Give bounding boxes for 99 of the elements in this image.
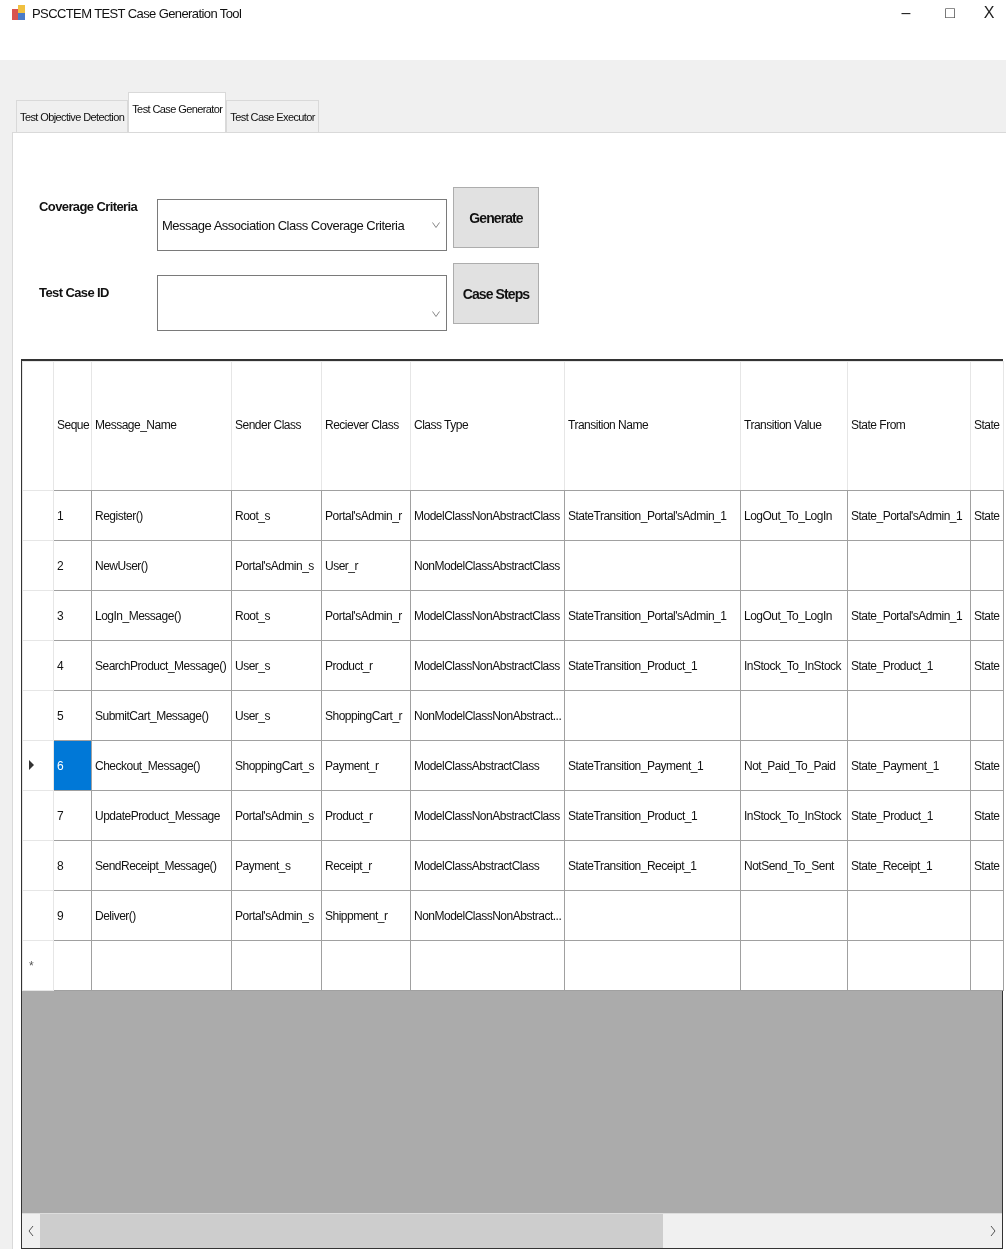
horizontal-scrollbar[interactable] (22, 1213, 1002, 1248)
table-cell: NonModelClassAbstractClass (414, 558, 560, 573)
table-cell: ModelClassNonAbstractClass (414, 808, 560, 823)
table-cell: Portal'sAdmin_s (235, 908, 314, 923)
table-cell: SubmitCart_Message() (95, 708, 209, 723)
table-cell: Root_s (235, 508, 271, 523)
table-cell: 8 (57, 858, 64, 873)
scrollbar-thumb[interactable] (40, 1214, 664, 1248)
column-header[interactable]: State (974, 416, 1000, 436)
table-cell: InStock_To_InStock (744, 808, 842, 823)
tab[interactable]: Test Case Executor (226, 100, 319, 132)
coverage-criteria-dropdown[interactable]: Message Association Class Coverage Criteria (157, 199, 447, 251)
table-cell: StateTransition_Receipt_1 (568, 858, 697, 873)
table-cell: StateTransition_Product_1 (568, 658, 698, 673)
table-cell: 9 (57, 908, 64, 923)
column-header[interactable]: Reciever Class (325, 416, 399, 436)
table-cell: User_s (235, 658, 270, 673)
table-cell: ShoppingCart_s (235, 758, 315, 773)
table-cell: Portal'sAdmin_r (325, 508, 402, 523)
table-cell: 2 (57, 558, 64, 573)
table-cell: ModelClassNonAbstractClass (414, 608, 560, 623)
new-row-marker: * (29, 958, 34, 973)
table-cell: Payment_s (235, 858, 291, 873)
table-cell: Product_r (325, 658, 373, 673)
chevron-down-icon[interactable] (432, 222, 440, 228)
test-case-id-label: Test Case ID (39, 285, 110, 300)
table-cell: NonModelClassNonAbstract... (414, 908, 562, 923)
table-cell: ModelClassNonAbstractClass (414, 658, 560, 673)
table-cell: 5 (57, 708, 64, 723)
table-cell: User_s (235, 708, 270, 723)
table-cell: Not_Paid_To_Paid (744, 758, 836, 773)
table-cell: UpdateProduct_Message (95, 808, 220, 823)
table-cell: InStock_To_InStock (744, 658, 842, 673)
table-cell: StateTransition_Payment_1 (568, 758, 704, 773)
table-cell: State (974, 608, 1000, 623)
table-cell: Checkout_Message() (95, 758, 201, 773)
coverage-criteria-label: Coverage Criteria (39, 199, 139, 214)
table-cell: Portal'sAdmin_r (325, 608, 402, 623)
table-cell: SearchProduct_Message() (95, 658, 227, 673)
column-header[interactable]: State From (851, 416, 906, 436)
table-cell: LogIn_Message() (95, 608, 181, 623)
table-cell: State (974, 758, 1000, 773)
tab[interactable]: Test Case Generator (128, 92, 227, 132)
test-case-id-dropdown[interactable] (157, 275, 447, 331)
table-cell: State_Receipt_1 (851, 858, 933, 873)
table-cell: Shippment_r (325, 908, 388, 923)
scroll-right-icon[interactable] (990, 1225, 996, 1237)
table-cell: LogOut_To_LogIn (744, 508, 832, 523)
table-cell: NonModelClassNonAbstract... (414, 708, 562, 723)
table-cell: Deliver() (95, 908, 136, 923)
table-cell: 3 (57, 608, 64, 623)
table-cell: Product_r (325, 808, 373, 823)
table-cell: 6 (57, 758, 64, 773)
table-cell: Receipt_r (325, 858, 372, 873)
table-cell: State (974, 658, 1000, 673)
scroll-left-icon[interactable] (28, 1225, 34, 1237)
table-cell: ModelClassAbstractClass (414, 858, 540, 873)
table-cell: ShoppingCart_r (325, 708, 403, 723)
table-cell: State_Product_1 (851, 658, 933, 673)
table-cell: State_Portal'sAdmin_1 (851, 608, 963, 623)
table-cell: State_Product_1 (851, 808, 933, 823)
case-steps-button[interactable]: Case Steps (453, 263, 539, 324)
table-cell: State (974, 508, 1000, 523)
column-header[interactable]: Sender Class (235, 416, 302, 436)
generate-button[interactable]: Generate (453, 187, 539, 248)
table-cell: Portal'sAdmin_s (235, 808, 314, 823)
table-cell: State (974, 858, 1000, 873)
tab[interactable]: Test Objective Detection (16, 100, 129, 132)
column-header[interactable]: Transition Value (744, 416, 822, 436)
table-cell: Payment_r (325, 758, 379, 773)
column-header[interactable]: Message_Name (95, 416, 177, 436)
table-cell: User_r (325, 558, 358, 573)
table-cell: State_Payment_1 (851, 758, 939, 773)
app-icon (12, 5, 26, 21)
table-cell: ModelClassNonAbstractClass (414, 508, 560, 523)
table-cell: ModelClassAbstractClass (414, 758, 540, 773)
table-cell: Root_s (235, 608, 271, 623)
table-cell: SendReceipt_Message() (95, 858, 217, 873)
table-cell: State_Portal'sAdmin_1 (851, 508, 963, 523)
table-cell: LogOut_To_LogIn (744, 608, 832, 623)
table-cell: 1 (57, 508, 64, 523)
table-cell: State (974, 808, 1000, 823)
close-button[interactable]: X (972, 0, 1006, 27)
table-cell: Portal'sAdmin_s (235, 558, 314, 573)
table-cell: 7 (57, 808, 64, 823)
maximize-button[interactable]: □ (928, 0, 972, 27)
column-header[interactable]: Class Type (414, 416, 469, 436)
table-cell: StateTransition_Portal'sAdmin_1 (568, 508, 727, 523)
column-header[interactable]: Seque (57, 416, 90, 436)
minimize-button[interactable]: – (884, 0, 928, 27)
chevron-down-icon[interactable] (432, 311, 440, 317)
table-cell: StateTransition_Portal'sAdmin_1 (568, 608, 727, 623)
column-header[interactable]: Transition Name (568, 416, 649, 436)
window-title: PSCCTEM TEST Case Generation Tool (32, 5, 242, 21)
table-cell: NewUser() (95, 558, 148, 573)
table-cell: 4 (57, 658, 64, 673)
table-cell: Register() (95, 508, 143, 523)
table-cell: NotSend_To_Sent (744, 858, 834, 873)
table-cell: StateTransition_Product_1 (568, 808, 698, 823)
